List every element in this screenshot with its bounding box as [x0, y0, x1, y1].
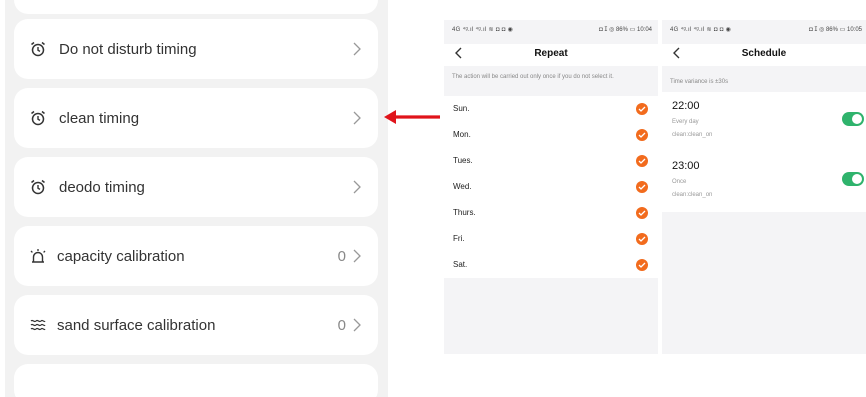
settings-item-deodo-timing[interactable]: deodo timing [14, 157, 378, 217]
schedule-toggle[interactable] [842, 112, 864, 126]
day-label: Fri. [453, 234, 465, 243]
day-label: Thurs. [453, 208, 476, 217]
page-title: Repeat [534, 48, 568, 59]
schedule-list: 22:00 Every day clean:clean_on 23:00 Onc… [662, 92, 866, 212]
settings-item-label: Do not disturb timing [59, 40, 197, 58]
schedule-repeat: Every day [672, 119, 699, 125]
check-circle-icon [636, 207, 648, 219]
days-list: Sun. Mon. Tues. Wed. Thurs. Fri. Sat. [444, 96, 658, 278]
wave-lines-icon [28, 315, 48, 335]
alarm-clock-icon [28, 39, 48, 59]
repeat-screen: 4G ⁴ᵍ.ıl ⁴ᵍ.ıl ≋ ◘ ◘ ◉ ◘ ⵊ ◎ 86% ▭ 10:04… [444, 20, 658, 354]
chevron-right-icon [352, 248, 362, 264]
page-title: Schedule [741, 48, 787, 59]
settings-item-label: sand surface calibration [57, 316, 216, 334]
day-row-sun[interactable]: Sun. [444, 96, 658, 122]
alarm-clock-icon [28, 177, 48, 197]
settings-item-label: deodo timing [59, 178, 145, 196]
schedule-time: 22:00 [672, 100, 700, 112]
chevron-right-icon [352, 179, 362, 195]
schedule-item[interactable]: 23:00 Once clean:clean_on [662, 152, 866, 212]
repeat-hint: The action will be carried out only once… [452, 74, 614, 80]
settings-card-bottom-partial [14, 364, 378, 397]
status-left: 4G ⁴ᵍ.ıl ⁴ᵍ.ıl ≋ ◘ ◘ ◉ [670, 27, 732, 33]
chevron-right-icon [352, 110, 362, 126]
schedule-screen: 4G ⁴ᵍ.ıl ⁴ᵍ.ıl ≋ ◘ ◘ ◉ ◘ ⵊ ◎ 86% ▭ 10:05… [662, 20, 866, 354]
settings-item-value: 0 [337, 247, 346, 265]
settings-item-value: 0 [337, 316, 346, 334]
day-label: Mon. [453, 130, 471, 139]
alarm-clock-icon [28, 108, 48, 128]
schedule-hint: Time variance is ±30s [670, 79, 729, 85]
settings-item-label: capacity calibration [57, 247, 185, 265]
nav-bar: Repeat [444, 44, 658, 66]
check-circle-icon [636, 233, 648, 245]
day-label: Wed. [453, 182, 472, 191]
settings-item-clean-timing[interactable]: clean timing [14, 88, 378, 148]
day-row-fri[interactable]: Fri. [444, 226, 658, 252]
settings-item-do-not-disturb-timing[interactable]: Do not disturb timing [14, 19, 378, 79]
status-bar: 4G ⁴ᵍ.ıl ⁴ᵍ.ıl ≋ ◘ ◘ ◉ ◘ ⵊ ◎ 86% ▭ 10:04 [452, 26, 652, 36]
status-left: 4G ⁴ᵍ.ıl ⁴ᵍ.ıl ≋ ◘ ◘ ◉ [452, 27, 514, 33]
check-circle-icon [636, 129, 648, 141]
toggle-knob [852, 114, 862, 124]
day-row-mon[interactable]: Mon. [444, 122, 658, 148]
day-row-tues[interactable]: Tues. [444, 148, 658, 174]
chevron-right-icon [352, 41, 362, 57]
day-row-wed[interactable]: Wed. [444, 174, 658, 200]
chevron-right-icon [352, 317, 362, 333]
settings-item-sand-surface-calibration[interactable]: sand surface calibration 0 [14, 295, 378, 355]
schedule-toggle[interactable] [842, 172, 864, 186]
bell-alert-icon [28, 246, 48, 266]
schedule-repeat: Once [672, 179, 687, 185]
check-circle-icon [636, 259, 648, 271]
schedule-item[interactable]: 22:00 Every day clean:clean_on [662, 92, 866, 152]
day-row-sat[interactable]: Sat. [444, 252, 658, 278]
status-right: ◘ ⵊ ◎ 86% ▭ 10:04 [599, 27, 652, 33]
day-label: Sat. [453, 260, 468, 269]
check-circle-icon [636, 103, 648, 115]
day-label: Tues. [453, 156, 473, 165]
nav-bar: Schedule [662, 44, 866, 66]
settings-panel: Do not disturb timing clean timing deodo… [5, 0, 388, 397]
settings-item-label: clean timing [59, 109, 140, 127]
red-arrow-icon [384, 110, 440, 124]
toggle-knob [852, 174, 862, 184]
status-right: ◘ ⵊ ◎ 86% ▭ 10:05 [809, 27, 862, 33]
status-bar: 4G ⁴ᵍ.ıl ⁴ᵍ.ıl ≋ ◘ ◘ ◉ ◘ ⵊ ◎ 86% ▭ 10:05 [670, 26, 862, 36]
settings-item-capacity-calibration[interactable]: capacity calibration 0 [14, 226, 378, 286]
check-circle-icon [636, 155, 648, 167]
check-circle-icon [636, 181, 648, 193]
schedule-action: clean:clean_on [672, 192, 713, 198]
day-row-thurs[interactable]: Thurs. [444, 200, 658, 226]
day-label: Sun. [453, 104, 470, 113]
schedule-time: 23:00 [672, 160, 700, 172]
schedule-action: clean:clean_on [672, 132, 713, 138]
settings-card-top-partial [14, 0, 378, 14]
